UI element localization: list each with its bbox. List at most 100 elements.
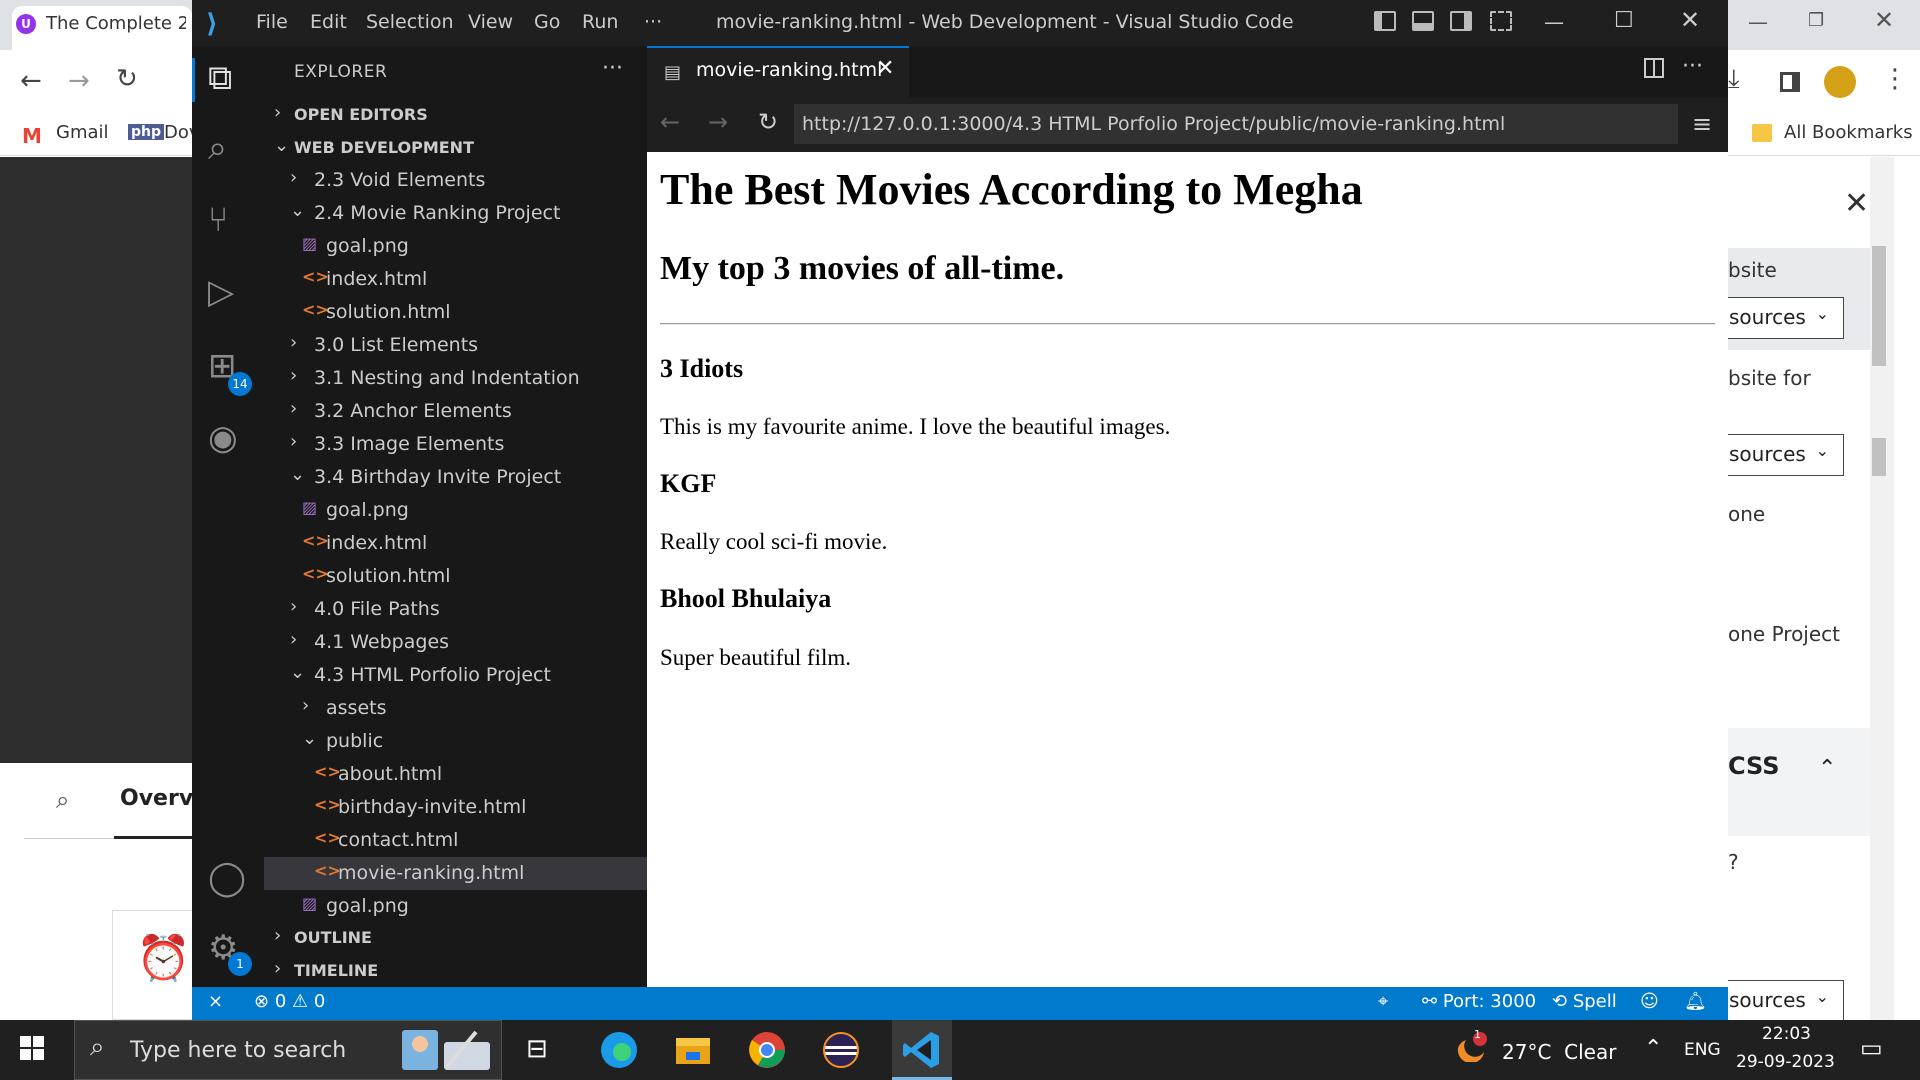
- spell-status[interactable]: ⟲ Spell: [1552, 991, 1617, 1012]
- menu-go[interactable]: Go: [534, 11, 560, 33]
- weather-icon[interactable]: [1454, 1032, 1488, 1062]
- url-input[interactable]: [794, 104, 1678, 144]
- lecture-title[interactable]: bsite: [1728, 258, 1777, 282]
- scrollbar-thumb[interactable]: [1872, 246, 1886, 366]
- close-icon[interactable]: ✕: [1844, 186, 1869, 221]
- feedback-icon[interactable]: ☺: [1640, 991, 1659, 1012]
- tree-folder[interactable]: › 4.1 Webpages: [264, 626, 647, 659]
- problems-indicator[interactable]: ⊗ 0 ⚠ 0: [254, 991, 325, 1012]
- toggle-secondary-sidebar-icon[interactable]: [1450, 11, 1472, 31]
- tree-file[interactable]: <> about.html: [264, 758, 647, 791]
- close-icon[interactable]: ✕: [1680, 6, 1700, 34]
- close-tab-icon[interactable]: ✕: [876, 56, 894, 81]
- more-actions-icon[interactable]: ···: [602, 56, 623, 81]
- forward-icon[interactable]: →: [68, 66, 90, 96]
- search-icon[interactable]: ⌕: [56, 786, 69, 814]
- tree-file[interactable]: <> solution.html: [264, 296, 647, 329]
- section-outline[interactable]: › OUTLINE: [264, 921, 647, 954]
- tree-file[interactable]: <> contact.html: [264, 824, 647, 857]
- explorer-icon[interactable]: ⧉: [208, 58, 232, 98]
- tree-folder[interactable]: ⌄ 4.3 HTML Porfolio Project: [264, 659, 647, 692]
- port-status[interactable]: ⚯ Port: 3000: [1422, 991, 1536, 1012]
- tree-folder[interactable]: ⌄ 2.4 Movie Ranking Project: [264, 197, 647, 230]
- tree-file[interactable]: <> index.html: [264, 527, 647, 560]
- tree-file[interactable]: ▨ goal.png: [264, 230, 647, 263]
- toggle-sidebar-icon[interactable]: [1374, 11, 1396, 31]
- all-bookmarks[interactable]: All Bookmarks: [1784, 122, 1913, 143]
- section-timeline[interactable]: › TIMELINE: [264, 954, 647, 987]
- section-title[interactable]: CSS: [1728, 752, 1780, 780]
- lecture-title[interactable]: ?: [1728, 850, 1739, 874]
- weather-text[interactable]: 27°C Clear: [1502, 1040, 1616, 1064]
- source-control-icon[interactable]: ⑂: [208, 200, 228, 240]
- resources-button[interactable]: sources ⌄: [1726, 297, 1844, 339]
- tree-file[interactable]: ▨ goal.png: [264, 494, 647, 527]
- lecture-title[interactable]: one Project: [1728, 622, 1840, 646]
- tree-file[interactable]: <> movie-ranking.html: [264, 857, 647, 890]
- chrome-close-icon[interactable]: ✕: [1874, 6, 1894, 34]
- chevron-up-icon[interactable]: ⌃: [1644, 1036, 1662, 1061]
- tree-file[interactable]: <> birthday-invite.html: [264, 791, 647, 824]
- menu-file[interactable]: File: [256, 11, 288, 33]
- menu-view[interactable]: View: [468, 11, 513, 33]
- tree-file[interactable]: <> index.html: [264, 263, 647, 296]
- menu-selection[interactable]: Selection: [366, 11, 454, 33]
- tree-folder[interactable]: ⌄ 3.4 Birthday Invite Project: [264, 461, 647, 494]
- language-indicator[interactable]: ENG: [1684, 1040, 1721, 1060]
- vscode-icon[interactable]: [899, 1028, 945, 1072]
- tree-folder[interactable]: › assets: [264, 692, 647, 725]
- resources-button[interactable]: sources ⌄: [1726, 980, 1844, 1022]
- section-open-editors[interactable]: › OPEN EDITORS: [264, 98, 647, 131]
- hamburger-menu-icon[interactable]: ≡: [1692, 110, 1712, 138]
- remote-icon[interactable]: ⨯: [208, 991, 223, 1012]
- lecture-title[interactable]: one: [1728, 502, 1765, 526]
- notification-center-icon[interactable]: ▭: [1860, 1034, 1883, 1062]
- tree-folder[interactable]: › 2.3 Void Elements: [264, 164, 647, 197]
- run-debug-icon[interactable]: ▷: [208, 272, 234, 312]
- download-icon[interactable]: ⤓: [1728, 64, 1740, 95]
- github-icon[interactable]: ◉: [208, 418, 238, 458]
- chrome-menu-icon[interactable]: ⋮: [1882, 64, 1908, 94]
- file-explorer-icon[interactable]: [670, 1028, 716, 1072]
- back-icon[interactable]: ←: [660, 108, 680, 136]
- tree-folder[interactable]: ⌄ public: [264, 725, 647, 758]
- customize-layout-icon[interactable]: [1490, 11, 1512, 31]
- menu-more[interactable]: ···: [644, 11, 662, 33]
- edge-icon[interactable]: [596, 1028, 642, 1072]
- split-editor-icon[interactable]: [1644, 58, 1664, 78]
- toggle-panel-icon[interactable]: [1412, 11, 1434, 31]
- clock-date[interactable]: 29-09-2023: [1736, 1052, 1835, 1072]
- forward-icon[interactable]: →: [708, 108, 728, 136]
- profile-avatar[interactable]: [1824, 66, 1856, 98]
- tree-folder[interactable]: › 3.0 List Elements: [264, 329, 647, 362]
- resources-button[interactable]: sources ⌄: [1726, 434, 1844, 476]
- back-icon[interactable]: ←: [20, 66, 42, 96]
- tab-overview[interactable]: Overvi: [120, 786, 201, 811]
- side-panel-icon[interactable]: [1780, 72, 1800, 92]
- windows-start-icon[interactable]: [20, 1036, 46, 1062]
- chrome-icon[interactable]: [744, 1028, 790, 1072]
- chrome-restore-icon[interactable]: ❐: [1808, 10, 1824, 31]
- bookmark-gmail[interactable]: Gmail: [56, 122, 109, 143]
- more-actions-icon[interactable]: ···: [1682, 54, 1703, 79]
- eclipse-icon[interactable]: [818, 1028, 864, 1072]
- minimize-icon[interactable]: —: [1544, 10, 1564, 34]
- tree-folder[interactable]: › 3.3 Image Elements: [264, 428, 647, 461]
- menu-run[interactable]: Run: [582, 11, 618, 33]
- location-icon[interactable]: ⌖: [1378, 991, 1388, 1012]
- tree-folder[interactable]: › 3.1 Nesting and Indentation: [264, 362, 647, 395]
- chrome-minimize-icon[interactable]: —: [1748, 10, 1768, 34]
- menu-edit[interactable]: Edit: [310, 11, 347, 33]
- clock-time[interactable]: 22:03: [1762, 1024, 1811, 1044]
- scrollbar-thumb[interactable]: [1872, 438, 1886, 476]
- lecture-title[interactable]: bsite for: [1728, 366, 1811, 390]
- tree-folder[interactable]: › 4.0 File Paths: [264, 593, 647, 626]
- search-icon[interactable]: ⌕: [208, 128, 227, 168]
- maximize-icon[interactable]: ☐: [1614, 8, 1634, 33]
- chevron-up-icon[interactable]: ⌃: [1818, 756, 1836, 781]
- tree-folder[interactable]: › 3.2 Anchor Elements: [264, 395, 647, 428]
- reload-icon[interactable]: ↻: [758, 108, 778, 136]
- section-workspace[interactable]: ⌄ WEB DEVELOPMENT: [264, 131, 647, 164]
- tree-file[interactable]: <> solution.html: [264, 560, 647, 593]
- task-view-icon[interactable]: ⊟: [526, 1034, 548, 1064]
